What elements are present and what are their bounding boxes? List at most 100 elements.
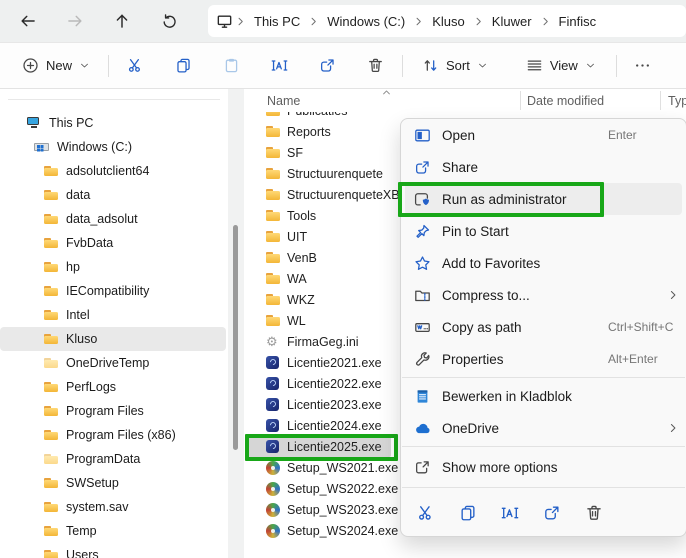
folder-icon bbox=[265, 271, 281, 287]
folder-icon bbox=[43, 163, 59, 179]
cut-button[interactable] bbox=[118, 49, 152, 83]
toolbar-divider bbox=[616, 55, 617, 77]
menu-item-show-more-options[interactable]: Show more options bbox=[405, 449, 682, 485]
file-name-label: WKZ bbox=[287, 293, 315, 307]
exe-icon bbox=[265, 397, 281, 413]
column-header-name[interactable]: Name bbox=[267, 94, 300, 108]
breadcrumb-item[interactable]: Kluso bbox=[426, 12, 471, 31]
copy-button[interactable] bbox=[166, 49, 200, 83]
column-divider[interactable] bbox=[660, 91, 661, 110]
folder-icon bbox=[265, 187, 281, 203]
share-button[interactable] bbox=[537, 498, 567, 528]
file-name-label: Structuurenquete bbox=[287, 167, 383, 181]
file-name-label: FirmaGeg.ini bbox=[287, 335, 359, 349]
rename-button[interactable] bbox=[495, 498, 525, 528]
sidebar-item-label: Program Files (x86) bbox=[66, 428, 176, 442]
sidebar-item-label: OneDriveTemp bbox=[66, 356, 149, 370]
breadcrumb-item[interactable]: Kluwer bbox=[486, 12, 538, 31]
menu-quick-actions bbox=[401, 490, 686, 536]
file-name-label: Setup_WS2023.exe bbox=[287, 503, 398, 517]
copy-icon bbox=[459, 504, 477, 522]
menu-item-compress-to[interactable]: Compress to... bbox=[405, 279, 682, 311]
sidebar-item-label: Temp bbox=[66, 524, 97, 538]
sidebar-scrollbar[interactable] bbox=[228, 89, 244, 558]
sidebar-item[interactable]: IECompatibility bbox=[0, 279, 226, 303]
column-divider[interactable] bbox=[520, 91, 521, 110]
menu-item-properties[interactable]: Properties Alt+Enter bbox=[405, 343, 682, 375]
exe-icon bbox=[265, 355, 281, 371]
menu-item-bewerken-in-kladblok[interactable]: Bewerken in Kladblok bbox=[405, 380, 682, 412]
copy-button[interactable] bbox=[453, 498, 483, 528]
toolbar-divider bbox=[402, 55, 403, 77]
forward-button[interactable] bbox=[61, 7, 89, 35]
paste-button[interactable] bbox=[214, 49, 248, 83]
sidebar-item[interactable]: SWSetup bbox=[0, 471, 226, 495]
breadcrumb-item[interactable]: Finfisc bbox=[553, 12, 603, 31]
menu-item-add-to-favorites[interactable]: Add to Favorites bbox=[405, 247, 682, 279]
address-bar[interactable]: This PC Windows (C:) Kluso Kluwer bbox=[208, 5, 686, 37]
sidebar-item[interactable]: data bbox=[0, 183, 226, 207]
breadcrumb-item[interactable]: This PC bbox=[248, 12, 306, 31]
file-name-label: Licentie2025.exe bbox=[287, 440, 382, 454]
sidebar-item[interactable]: data_adsolut bbox=[0, 207, 226, 231]
pin-icon bbox=[413, 223, 431, 240]
sidebar-item[interactable]: system.sav bbox=[0, 495, 226, 519]
column-header-date-modified[interactable]: Date modified bbox=[527, 94, 604, 108]
sidebar-item[interactable]: Windows (C:) bbox=[0, 135, 226, 159]
sidebar-item[interactable]: adsolutclient64 bbox=[0, 159, 226, 183]
back-button[interactable] bbox=[14, 7, 42, 35]
file-row[interactable]: Licentie2025.exe bbox=[248, 436, 391, 457]
sidebar-item[interactable]: Intel bbox=[0, 303, 226, 327]
refresh-icon bbox=[161, 13, 178, 30]
share-button[interactable] bbox=[310, 49, 344, 83]
sort-button-label: Sort bbox=[446, 58, 470, 73]
setup-icon bbox=[265, 502, 281, 518]
sidebar-item[interactable]: Program Files (x86) bbox=[0, 423, 226, 447]
refresh-button[interactable] bbox=[155, 7, 183, 35]
sidebar-item[interactable]: Users bbox=[0, 543, 226, 558]
rename-button[interactable] bbox=[262, 49, 296, 83]
sidebar-item[interactable]: Kluso bbox=[0, 327, 226, 351]
delete-button[interactable] bbox=[358, 49, 392, 83]
menu-item-share[interactable]: Share bbox=[405, 151, 682, 183]
chevron-right-icon bbox=[306, 15, 321, 28]
breadcrumb-item[interactable]: Windows (C:) bbox=[321, 12, 411, 31]
sort-button[interactable]: Sort bbox=[414, 49, 496, 83]
view-button[interactable]: View bbox=[518, 49, 604, 83]
sidebar-item[interactable]: OneDriveTemp bbox=[0, 351, 226, 375]
sidebar-item[interactable]: hp bbox=[0, 255, 226, 279]
cut-button[interactable] bbox=[411, 498, 441, 528]
copy-icon bbox=[175, 57, 192, 74]
folder-icon bbox=[43, 187, 59, 203]
file-name-label: Licentie2024.exe bbox=[287, 419, 382, 433]
scrollbar-thumb[interactable] bbox=[233, 225, 238, 450]
setup-icon bbox=[265, 481, 281, 497]
sidebar-item[interactable]: This PC bbox=[0, 111, 226, 135]
sidebar-item[interactable]: ProgramData bbox=[0, 447, 226, 471]
sidebar-item[interactable]: Program Files bbox=[0, 399, 226, 423]
this-pc-monitor-icon bbox=[216, 13, 233, 30]
delete-button[interactable] bbox=[579, 498, 609, 528]
menu-item-pin-to-start[interactable]: Pin to Start bbox=[405, 215, 682, 247]
sidebar-item[interactable]: FvbData bbox=[0, 231, 226, 255]
sidebar-item[interactable]: Temp bbox=[0, 519, 226, 543]
new-button[interactable]: New bbox=[14, 49, 98, 83]
file-name-label: Setup_WS2021.exe bbox=[287, 461, 398, 475]
more-options-button[interactable] bbox=[626, 49, 660, 83]
file-name-label: WL bbox=[287, 314, 306, 328]
file-name-label: StructuurenqueteXBI bbox=[287, 188, 403, 202]
up-button[interactable] bbox=[108, 7, 136, 35]
sidebar-item[interactable]: PerfLogs bbox=[0, 375, 226, 399]
menu-item-copy-as-path[interactable]: Copy as path Ctrl+Shift+C bbox=[405, 311, 682, 343]
folder-icon bbox=[265, 166, 281, 182]
folder-icon bbox=[43, 283, 59, 299]
sidebar-item-label: system.sav bbox=[66, 500, 129, 514]
menu-item-onedrive[interactable]: OneDrive bbox=[405, 412, 682, 444]
folder-icon bbox=[43, 331, 59, 347]
column-header-type[interactable]: Typ bbox=[668, 94, 686, 108]
menu-item-open[interactable]: Open Enter bbox=[405, 119, 682, 151]
forward-arrow-icon bbox=[66, 12, 84, 30]
admin-shield-icon bbox=[413, 191, 431, 208]
rename-icon bbox=[271, 57, 288, 74]
menu-item-run-as-administrator[interactable]: Run as administrator bbox=[405, 183, 682, 215]
